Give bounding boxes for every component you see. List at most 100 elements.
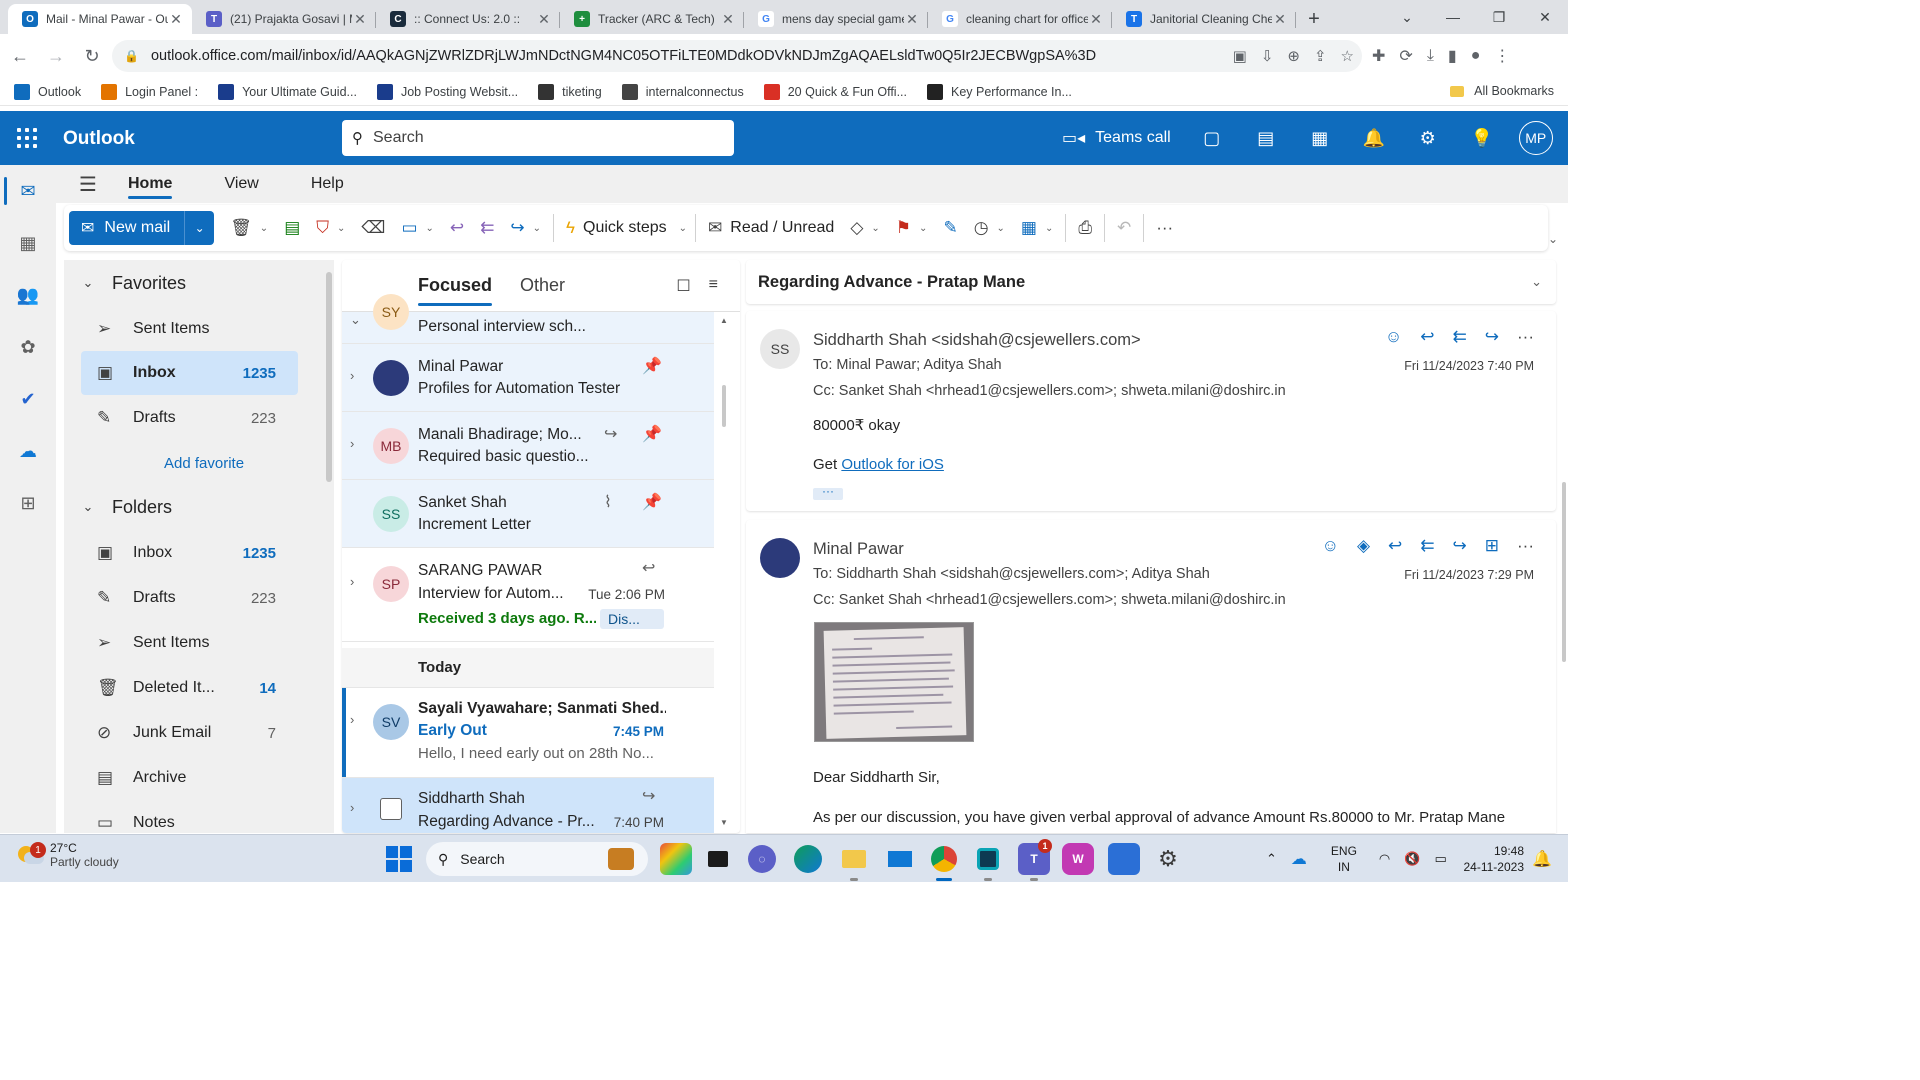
calendar-check-icon[interactable]: ▦ — [1293, 111, 1347, 165]
bookmark-item[interactable]: 20 Quick & Fun Offi... — [763, 83, 907, 100]
windows-start-icon[interactable] — [386, 846, 412, 872]
show-quoted-text-button[interactable]: ··· — [813, 485, 843, 500]
chevron-up-icon[interactable]: ⌃ — [1266, 851, 1277, 867]
sweep-button[interactable]: ⌫ — [353, 211, 393, 245]
forward-icon[interactable]: ↪ — [1485, 327, 1499, 347]
mail-app-icon[interactable] — [884, 843, 916, 875]
chevron-right-icon[interactable]: › — [350, 574, 354, 589]
pin-icon[interactable]: 📌 — [642, 424, 662, 444]
sync-icon[interactable]: ⟳ — [1399, 46, 1412, 66]
folder-drafts[interactable]: ✎ Drafts 223 — [81, 576, 298, 620]
pin-icon[interactable]: 📌 — [642, 356, 662, 376]
extensions-icon[interactable]: ✚ — [1372, 46, 1385, 66]
lock-icon[interactable]: 🔒 — [124, 49, 139, 63]
taskbar-search[interactable]: ⚲ Search — [426, 842, 648, 876]
chevron-down-icon[interactable]: ⌄ — [871, 223, 879, 234]
forward-icon[interactable]: → — [40, 40, 72, 72]
list-item[interactable]: › SP SARANG PAWAR Interview for Autom...… — [342, 548, 714, 642]
new-tab-button[interactable]: + — [1296, 4, 1332, 34]
reply-all-icon[interactable]: ⇇ — [1453, 327, 1467, 347]
emoji-react-icon[interactable]: ☺ — [1322, 536, 1339, 556]
chevron-down-icon[interactable]: ⌄ — [1045, 223, 1053, 234]
inline-image-handwritten-letter[interactable] — [814, 622, 974, 742]
side-panel-icon[interactable]: ▮ — [1448, 46, 1457, 66]
back-icon[interactable]: ← — [4, 40, 36, 72]
browser-tab[interactable]: + Tracker (ARC & Tech) ✕ — [560, 4, 744, 34]
battery-icon[interactable]: ▭ — [1434, 851, 1446, 867]
rules-button[interactable]: ▦ ⌄ — [1013, 211, 1061, 245]
teams-app-icon[interactable]: T1 — [1018, 839, 1052, 881]
task-view-icon[interactable] — [702, 843, 734, 875]
forward-button[interactable]: ↪ ⌄ — [502, 211, 549, 245]
bookmark-item[interactable]: Job Posting Websit... — [376, 83, 518, 100]
browser-tab[interactable]: T Janitorial Cleaning Checklist✕ — [1112, 4, 1296, 34]
chevron-down-icon[interactable]: ⌄ — [337, 223, 345, 234]
favorites-header[interactable]: ⌄ Favorites — [64, 261, 334, 305]
notifications-bell-icon[interactable]: 🔔 — [1532, 849, 1552, 869]
message-list-scrollbar[interactable] — [722, 385, 726, 427]
folder-deleted-items[interactable]: 🗑 Deleted It... 14 — [81, 666, 298, 710]
paint-app-icon[interactable] — [1108, 843, 1140, 875]
close-tab-icon[interactable]: ✕ — [352, 11, 368, 28]
blocked-popup-icon[interactable]: ▣ — [1233, 47, 1247, 65]
select-icon[interactable]: ☐ — [676, 276, 690, 296]
install-app-icon[interactable]: ⇩ — [1261, 47, 1274, 65]
menu-icon[interactable]: ☰ — [56, 165, 120, 203]
apps-icon[interactable]: ⊞ — [1485, 536, 1499, 556]
browser-tab[interactable]: Gmens day special games ✕ — [744, 4, 928, 34]
favorite-sent-items[interactable]: ➢ Sent Items — [81, 307, 298, 351]
mail-search-input[interactable]: ⚲ Search — [342, 120, 734, 156]
folder-pane-scrollbar[interactable] — [326, 272, 332, 482]
pin-icon[interactable]: 📌 — [642, 492, 662, 512]
chevron-down-icon[interactable]: ⌄ — [919, 223, 927, 234]
emoji-react-icon[interactable]: ☺ — [1385, 327, 1402, 347]
weather-widget[interactable]: 1 27°C Partly cloudy — [16, 841, 119, 869]
bell-icon[interactable]: 🔔 — [1347, 111, 1401, 165]
list-item[interactable]: ⌄ SY Personal interview sch... — [342, 294, 714, 344]
snooze-button[interactable]: ◷ ⌄ — [966, 211, 1013, 245]
quick-steps-dropdown[interactable]: ⌄ — [675, 211, 691, 245]
wifi-icon[interactable]: ◠ — [1379, 851, 1390, 867]
groups-icon[interactable]: ✿ — [0, 321, 56, 373]
browser-tab[interactable]: O Mail - Minal Pawar - Outlook✕ — [8, 4, 192, 34]
tab-view[interactable]: View — [216, 165, 276, 203]
more-icon[interactable]: ··· — [1517, 536, 1534, 556]
reload-icon[interactable]: ↻ — [76, 40, 108, 72]
lightbulb-icon[interactable]: 💡 — [1455, 111, 1509, 165]
tab-home[interactable]: Home — [120, 165, 190, 203]
close-tab-icon[interactable]: ✕ — [536, 11, 552, 28]
folder-sent-items[interactable]: ➢ Sent Items — [81, 621, 298, 665]
print-button[interactable]: ⎙ — [1070, 211, 1100, 245]
folder-archive[interactable]: ▤ Archive — [81, 756, 298, 800]
whiteboard-icon[interactable]: W — [1062, 843, 1094, 875]
zoom-icon[interactable]: ⊕ — [1287, 47, 1300, 65]
url-bar[interactable]: 🔒 outlook.office.com/mail/inbox/id/AAQkA… — [112, 40, 1362, 72]
maximize-icon[interactable]: ❐ — [1476, 0, 1522, 34]
delete-button[interactable]: 🗑 ⌄ — [222, 211, 276, 245]
cortana-icon[interactable] — [972, 843, 1004, 881]
scroll-down-arrow[interactable]: ▼ — [720, 818, 728, 827]
clock[interactable]: 19:48 24-11-2023 — [1464, 843, 1525, 875]
forward-icon[interactable]: ↪ — [1453, 536, 1467, 556]
more-options-button[interactable]: ··· — [1148, 211, 1181, 245]
list-item[interactable]: › Siddharth Shah Regarding Advance - Pr.… — [342, 778, 714, 833]
close-tab-icon[interactable]: ✕ — [720, 11, 736, 28]
reply-icon[interactable]: ↩ — [1388, 536, 1402, 556]
close-tab-icon[interactable]: ✕ — [168, 11, 184, 28]
chevron-right-icon[interactable]: › — [350, 368, 354, 383]
bookmark-item[interactable]: Key Performance In... — [927, 83, 1072, 100]
reply-button[interactable]: ↩ — [442, 211, 472, 245]
chat-app-icon[interactable]: ◌ — [748, 845, 776, 873]
settings-gear-icon[interactable]: ⚙ — [1152, 843, 1184, 875]
file-explorer-icon[interactable] — [838, 843, 870, 881]
categorize-button[interactable]: ◇ ⌄ — [842, 211, 887, 245]
flag-button[interactable]: ⚑ ⌄ — [888, 211, 936, 245]
reply-icon[interactable]: ↩ — [1420, 327, 1434, 347]
select-checkbox[interactable] — [380, 798, 402, 820]
downloads-icon[interactable]: ⤓ — [1427, 47, 1434, 65]
browser-tab[interactable]: Gcleaning chart for office ✕ — [928, 4, 1112, 34]
calendar-icon[interactable]: ▦ — [0, 217, 56, 269]
chevron-down-icon[interactable]: ⌄ — [426, 223, 434, 234]
chevron-down-icon[interactable]: ⌄ — [350, 312, 361, 328]
filter-icon[interactable]: ≡ — [709, 276, 718, 296]
